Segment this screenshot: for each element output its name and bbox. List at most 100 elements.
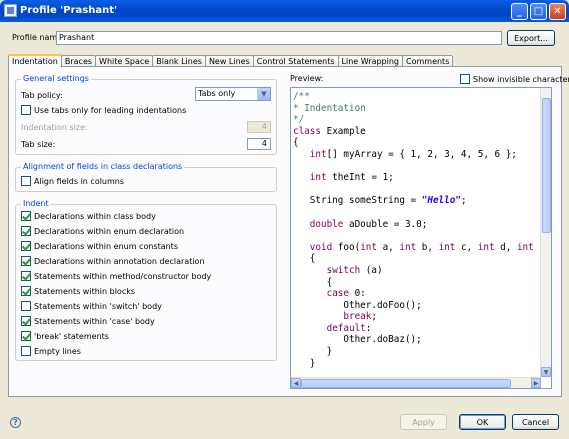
indent-option-checkbox[interactable]: Declarations within class body (21, 211, 156, 221)
indent-option-label: Declarations within enum constants (34, 241, 178, 251)
indent-option-checkbox[interactable]: Statements within 'switch' body (21, 301, 162, 311)
close-button[interactable]: ✕ (549, 3, 566, 20)
code-text-run: Other.doBaz(); (343, 334, 422, 346)
code-keyword: int (309, 172, 327, 184)
indent-option-checkbox[interactable]: 'break' statements (21, 331, 109, 341)
code-text-run: } (326, 346, 333, 358)
indent-option-checkbox[interactable]: Statements within blocks (21, 286, 135, 296)
code-comment: */ (293, 114, 305, 126)
indent-option-label: Statements within method/constructor bod… (34, 271, 212, 281)
code-text-run: c, (455, 241, 478, 253)
export-button[interactable]: Export... (507, 30, 555, 46)
indentation-size-label: Indentation size: (21, 123, 88, 132)
checkbox-box[interactable] (21, 271, 31, 281)
code-keyword: default (326, 322, 366, 334)
code-comment: * Indentation (293, 102, 366, 114)
indent-option-checkbox[interactable]: Statements within method/constructor bod… (21, 271, 211, 281)
checkbox-box[interactable] (21, 241, 31, 251)
align-fields-checkbox[interactable]: Align fields in columns (21, 176, 124, 186)
indent-option-checkbox[interactable]: Declarations within annotation declarati… (21, 256, 205, 266)
alignment-title: Alignment of fields in class declaration… (21, 162, 185, 171)
code-text-run: d, (494, 241, 517, 253)
code-text-run: } (309, 357, 316, 369)
checkbox-box[interactable] (21, 346, 31, 356)
code-text-run: a, (376, 241, 400, 253)
cancel-button[interactable]: Cancel (512, 414, 559, 430)
help-icon[interactable]: ? (10, 417, 21, 428)
indent-option-label: Declarations within enum declaration (34, 226, 185, 236)
indent-option-label: Statements within 'switch' body (34, 301, 162, 311)
tab-policy-value: Tabs only (198, 89, 236, 98)
tab-indentation[interactable]: Indentation (8, 54, 62, 67)
code-text-run: 0: (348, 288, 366, 300)
tab-policy-label: Tab policy: (21, 91, 63, 100)
indent-option-checkbox[interactable]: Statements within 'case' body (21, 316, 155, 326)
checkbox-box[interactable] (21, 176, 31, 186)
code-preview[interactable]: /** * Indentation */ class Example { int… (290, 87, 552, 389)
code-text-run: foo( (332, 241, 361, 253)
indent-option-label: Empty lines (34, 346, 81, 356)
code-text-run: aDouble = 3.0; (343, 218, 428, 230)
ok-button[interactable]: OK (459, 414, 506, 430)
code-text: /** * Indentation */ class Example { int… (293, 91, 551, 369)
tab-size-label: Tab size: (21, 140, 56, 149)
checkbox-box[interactable] (21, 331, 31, 341)
minimize-button[interactable]: _ (511, 3, 528, 20)
tab-size-input[interactable]: 4 (247, 138, 271, 150)
code-text-run: : (365, 322, 372, 334)
indent-option-checkbox[interactable]: Empty lines (21, 346, 81, 356)
code-keyword: int (516, 241, 534, 253)
app-icon (4, 4, 17, 17)
code-text-run: { (293, 137, 299, 149)
maximize-button[interactable]: □ (530, 3, 547, 20)
checkbox-box[interactable] (21, 105, 31, 115)
code-keyword: int (360, 241, 377, 253)
general-settings-title: General settings (21, 74, 91, 83)
checkbox-box[interactable] (21, 316, 31, 326)
window-title: Profile 'Prashant' (20, 5, 118, 16)
indent-option-label: Statements within 'case' body (34, 316, 155, 326)
checkbox-box[interactable] (460, 74, 470, 84)
checkbox-box[interactable] (21, 226, 31, 236)
code-keyword: switch (326, 264, 361, 276)
vertical-scroll-thumb[interactable] (542, 98, 551, 233)
tab-policy-select[interactable]: Tabs only ▼ (195, 87, 271, 101)
apply-button[interactable]: Apply (400, 414, 447, 430)
preview-label: Preview: (290, 74, 324, 83)
indent-option-checkbox[interactable]: Declarations within enum declaration (21, 226, 184, 236)
checkbox-box[interactable] (21, 301, 31, 311)
code-text-run: theInt = 1; (326, 172, 394, 184)
code-keyword: int (438, 241, 456, 253)
code-comment: /** (293, 91, 310, 102)
indentation-size-input[interactable]: 4 (247, 121, 271, 133)
scroll-left-arrow-icon[interactable]: ◀ (291, 378, 301, 388)
code-keyword: int (477, 241, 495, 253)
horizontal-scrollbar[interactable]: ◀ ▶ (291, 377, 541, 388)
checkbox-box[interactable] (21, 211, 31, 221)
scroll-right-arrow-icon[interactable]: ▶ (531, 378, 541, 388)
indent-option-label: Declarations within class body (34, 211, 156, 221)
horizontal-scroll-thumb[interactable] (301, 379, 511, 388)
code-keyword: void (309, 241, 333, 253)
code-text-run: { (309, 253, 316, 265)
profile-name-input[interactable]: Prashant (56, 31, 502, 45)
show-invisible-checkbox[interactable]: Show invisible characters (460, 74, 569, 84)
use-tabs-leading-label: Use tabs only for leading indentations (34, 105, 187, 115)
code-keyword: class (293, 125, 321, 137)
indent-option-checkbox[interactable]: Declarations within enum constants (21, 241, 178, 251)
code-keyword: int (399, 241, 417, 253)
checkbox-box[interactable] (21, 286, 31, 296)
scroll-down-arrow-icon[interactable]: ▼ (541, 367, 551, 377)
code-text-run: (a) (360, 264, 383, 276)
chevron-down-icon[interactable]: ▼ (257, 88, 270, 100)
checkbox-box[interactable] (21, 256, 31, 266)
title-bar: Profile 'Prashant' _ □ ✕ (0, 0, 569, 22)
code-text-run: { (326, 276, 333, 288)
vertical-scrollbar[interactable]: ▼ (540, 88, 551, 377)
indent-option-label: Declarations within annotation declarati… (34, 256, 205, 266)
code-keyword: double (309, 218, 344, 230)
indent-option-label: Statements within blocks (34, 286, 136, 296)
use-tabs-leading-checkbox[interactable]: Use tabs only for leading indentations (21, 105, 186, 115)
code-text-run: Example (321, 125, 366, 137)
code-keyword: int (309, 148, 327, 160)
